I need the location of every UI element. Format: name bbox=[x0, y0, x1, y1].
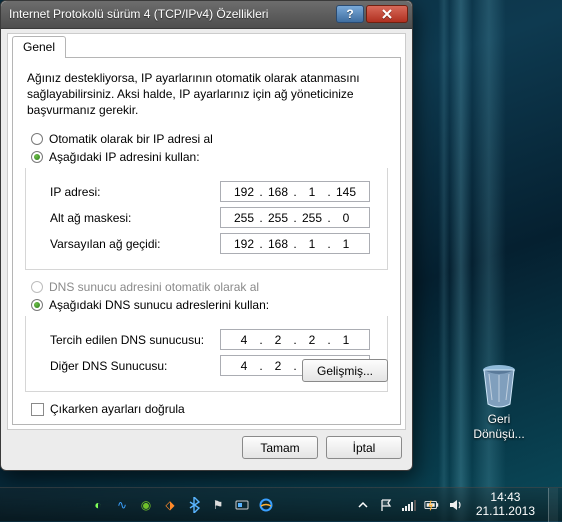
cancel-button[interactable]: İptal bbox=[326, 436, 402, 459]
window-title: Internet Protokolü sürüm 4 (TCP/IPv4) Öz… bbox=[9, 7, 334, 21]
checkbox-icon bbox=[31, 403, 44, 416]
taskbar-clock[interactable]: 14:43 21.11.2013 bbox=[470, 491, 541, 519]
dns-alternate-label: Diğer DNS Sunucusu: bbox=[50, 359, 220, 373]
radio-dns-auto: DNS sunucu adresini otomatik olarak al bbox=[31, 280, 388, 294]
titlebar[interactable]: Internet Protokolü sürüm 4 (TCP/IPv4) Öz… bbox=[1, 1, 412, 29]
flag-icon[interactable] bbox=[378, 497, 394, 513]
dns-preferred-input[interactable]: 4. 2. 2. 1 bbox=[220, 329, 370, 350]
intro-text: Ağınız destekliyorsa, IP ayarlarının oto… bbox=[27, 70, 388, 119]
radio-ip-auto-label: Otomatik olarak bir IP adresi al bbox=[49, 132, 213, 146]
dns-preferred-label: Tercih edilen DNS sunucusu: bbox=[50, 333, 220, 347]
recycle-bin-icon[interactable]: Geri Dönüşü... bbox=[464, 360, 534, 441]
clock-time: 14:43 bbox=[476, 491, 535, 505]
tray-icon[interactable]: ⬗ bbox=[162, 497, 178, 513]
tray-icon[interactable] bbox=[234, 497, 250, 513]
ip-address-label: IP adresi: bbox=[50, 185, 220, 199]
radio-icon bbox=[31, 133, 43, 145]
gateway-label: Varsayılan ağ geçidi: bbox=[50, 237, 220, 251]
battery-icon[interactable] bbox=[424, 497, 440, 513]
tray-icon[interactable]: ∿ bbox=[114, 497, 130, 513]
chevron-up-icon[interactable] bbox=[355, 497, 371, 513]
gateway-input[interactable]: 192. 168. 1. 1 bbox=[220, 233, 370, 254]
network-icon[interactable] bbox=[401, 497, 417, 513]
ie-icon[interactable] bbox=[258, 497, 274, 513]
taskbar[interactable]: ◐ ∿ ◉ ⬗ ⚑ 14:43 21.11.201 bbox=[0, 487, 562, 521]
ip-address-input[interactable]: 192. 168. 1. 145 bbox=[220, 181, 370, 202]
validate-label: Çıkarken ayarları doğrula bbox=[50, 402, 185, 416]
clock-date: 21.11.2013 bbox=[476, 505, 535, 519]
radio-ip-auto[interactable]: Otomatik olarak bir IP adresi al bbox=[31, 132, 388, 146]
tab-general[interactable]: Genel bbox=[12, 36, 66, 58]
subnet-mask-input[interactable]: 255. 255. 255. 0 bbox=[220, 207, 370, 228]
nvidia-icon[interactable]: ◉ bbox=[138, 497, 154, 513]
show-desktop-button[interactable] bbox=[548, 488, 558, 522]
trash-icon bbox=[477, 360, 521, 408]
tray-icon[interactable]: ◐ bbox=[90, 497, 106, 513]
tray-icon[interactable]: ⚑ bbox=[210, 497, 226, 513]
radio-icon bbox=[31, 281, 43, 293]
close-button[interactable] bbox=[366, 5, 408, 23]
close-icon bbox=[381, 9, 393, 19]
radio-dns-auto-label: DNS sunucu adresini otomatik olarak al bbox=[49, 280, 259, 294]
bluetooth-icon[interactable] bbox=[186, 497, 202, 513]
dialog-client: Genel Ağınız destekliyorsa, IP ayarların… bbox=[7, 33, 406, 431]
validate-checkbox[interactable]: Çıkarken ayarları doğrula bbox=[31, 402, 388, 416]
help-button[interactable]: ? bbox=[336, 5, 364, 23]
volume-icon[interactable] bbox=[447, 497, 463, 513]
advanced-button[interactable]: Gelişmiş... bbox=[302, 359, 388, 382]
recycle-bin-label: Geri Dönüşü... bbox=[464, 412, 534, 441]
ipv4-properties-dialog: Internet Protokolü sürüm 4 (TCP/IPv4) Öz… bbox=[0, 0, 413, 471]
subnet-mask-label: Alt ağ maskesi: bbox=[50, 211, 220, 225]
ok-button[interactable]: Tamam bbox=[242, 436, 318, 459]
ip-group: IP adresi: 192. 168. 1. 145 Alt ağ maske… bbox=[25, 168, 388, 270]
